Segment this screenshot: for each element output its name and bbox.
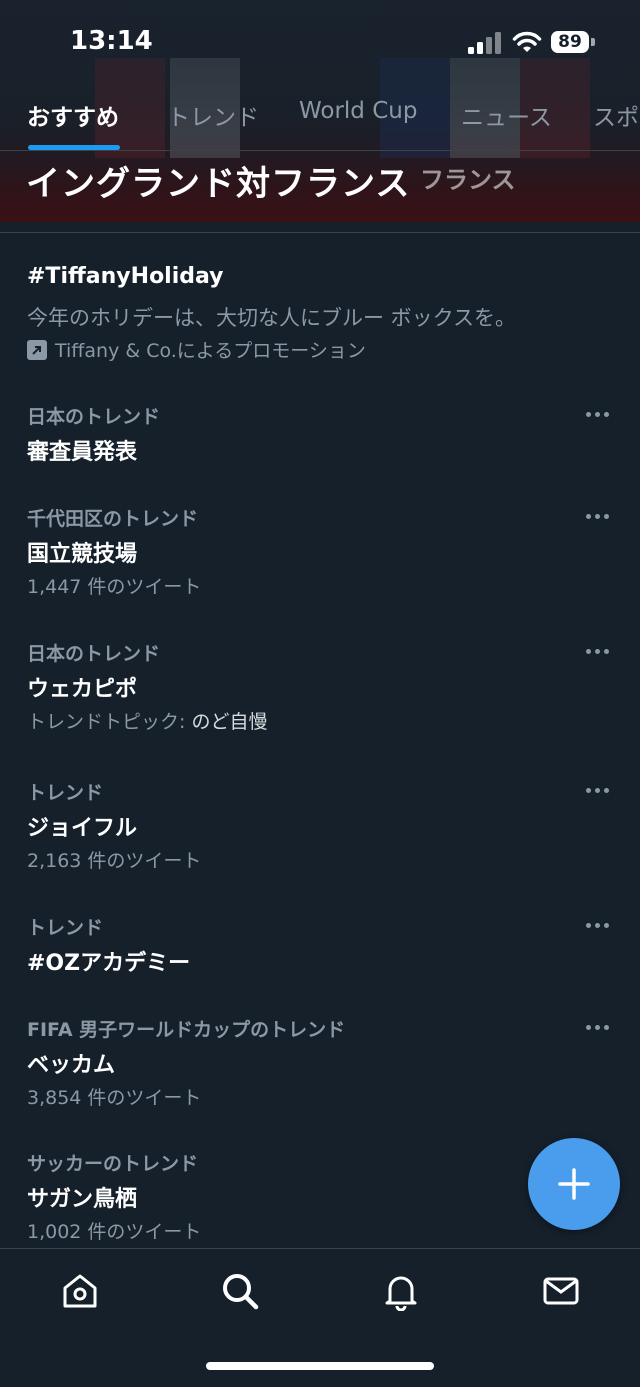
trend-context: サッカーのトレンド <box>27 1153 199 1175</box>
hero-title: イングランド対フランス <box>26 164 411 204</box>
trend-topic-value: のど自慢 <box>191 711 268 733</box>
trend-context: 日本のトレンド <box>27 406 161 428</box>
trend-name: ベッカム <box>27 1053 116 1078</box>
trend-context: トレンド <box>27 782 104 804</box>
tab-world-cup[interactable]: World Cup <box>299 98 417 124</box>
trend-context: トレンド <box>27 917 104 939</box>
more-options-icon[interactable] <box>586 1021 612 1033</box>
tab-news[interactable]: ニュース <box>461 98 552 132</box>
trend-tweet-count: 3,854 件のツイート <box>27 1087 202 1109</box>
tab-trending[interactable]: トレンド <box>167 98 259 132</box>
battery-tip <box>591 38 595 46</box>
more-options-icon[interactable] <box>586 510 612 522</box>
cellular-signal-icon <box>468 32 501 54</box>
trend-name: ウェカピポ <box>27 677 138 702</box>
promoted-description: 今年のホリデーは、大切な人にブルー ボックスを。 <box>27 306 517 330</box>
mail-icon[interactable] <box>541 1271 581 1311</box>
trend-tweet-count: 2,163 件のツイート <box>27 850 202 872</box>
home-icon[interactable] <box>60 1271 100 1311</box>
more-options-icon[interactable] <box>586 645 612 657</box>
compose-tweet-button[interactable] <box>528 1138 620 1230</box>
tab-for-you[interactable]: おすすめ <box>27 98 119 132</box>
status-time: 13:14 <box>70 26 153 56</box>
trend-tweet-count: 1,002 件のツイート <box>27 1221 202 1243</box>
trend-topic-label: トレンドトピック: <box>27 711 186 733</box>
promoted-by: Tiffany & Co.によるプロモーション <box>27 336 366 363</box>
hero-subtitle: フランス <box>420 166 516 194</box>
promoted-by-label: Tiffany & Co.によるプロモーション <box>55 340 366 362</box>
home-indicator[interactable] <box>206 1362 434 1370</box>
more-options-icon[interactable] <box>586 919 612 931</box>
promoted-trend[interactable]: #TiffanyHoliday 今年のホリデーは、大切な人にブルー ボックスを。… <box>0 236 640 366</box>
bell-icon[interactable] <box>381 1271 421 1311</box>
trend-topic: トレンドトピック: のど自慢 <box>27 707 267 734</box>
promoted-icon <box>27 339 47 360</box>
trend-context: FIFA 男子ワールドカップのトレンド <box>27 1019 346 1041</box>
tabs-divider <box>0 150 640 151</box>
hero-divider <box>0 232 640 233</box>
search-icon[interactable] <box>220 1271 260 1311</box>
trend-name: 審査員発表 <box>27 440 138 465</box>
trend-name: #OZアカデミー <box>27 951 191 976</box>
trend-tweet-count: 1,447 件のツイート <box>27 576 202 598</box>
trend-name: ジョイフル <box>27 816 138 841</box>
explore-tabs: おすすめ トレンド World Cup ニュース スポ <box>0 92 640 150</box>
battery-icon: 89 <box>551 31 589 53</box>
trend-name: 国立競技場 <box>27 542 138 567</box>
plus-icon <box>558 1168 590 1200</box>
wifi-icon <box>512 31 542 52</box>
more-options-icon[interactable] <box>586 408 612 420</box>
more-options-icon[interactable] <box>586 784 612 796</box>
trend-context: 千代田区のトレンド <box>27 508 199 530</box>
trend-context: 日本のトレンド <box>27 643 161 665</box>
promoted-hashtag: #TiffanyHoliday <box>27 264 224 289</box>
status-bar: 13:14 89 <box>0 0 640 86</box>
tab-sports[interactable]: スポ <box>593 98 639 132</box>
trend-name: サガン鳥栖 <box>27 1187 138 1212</box>
